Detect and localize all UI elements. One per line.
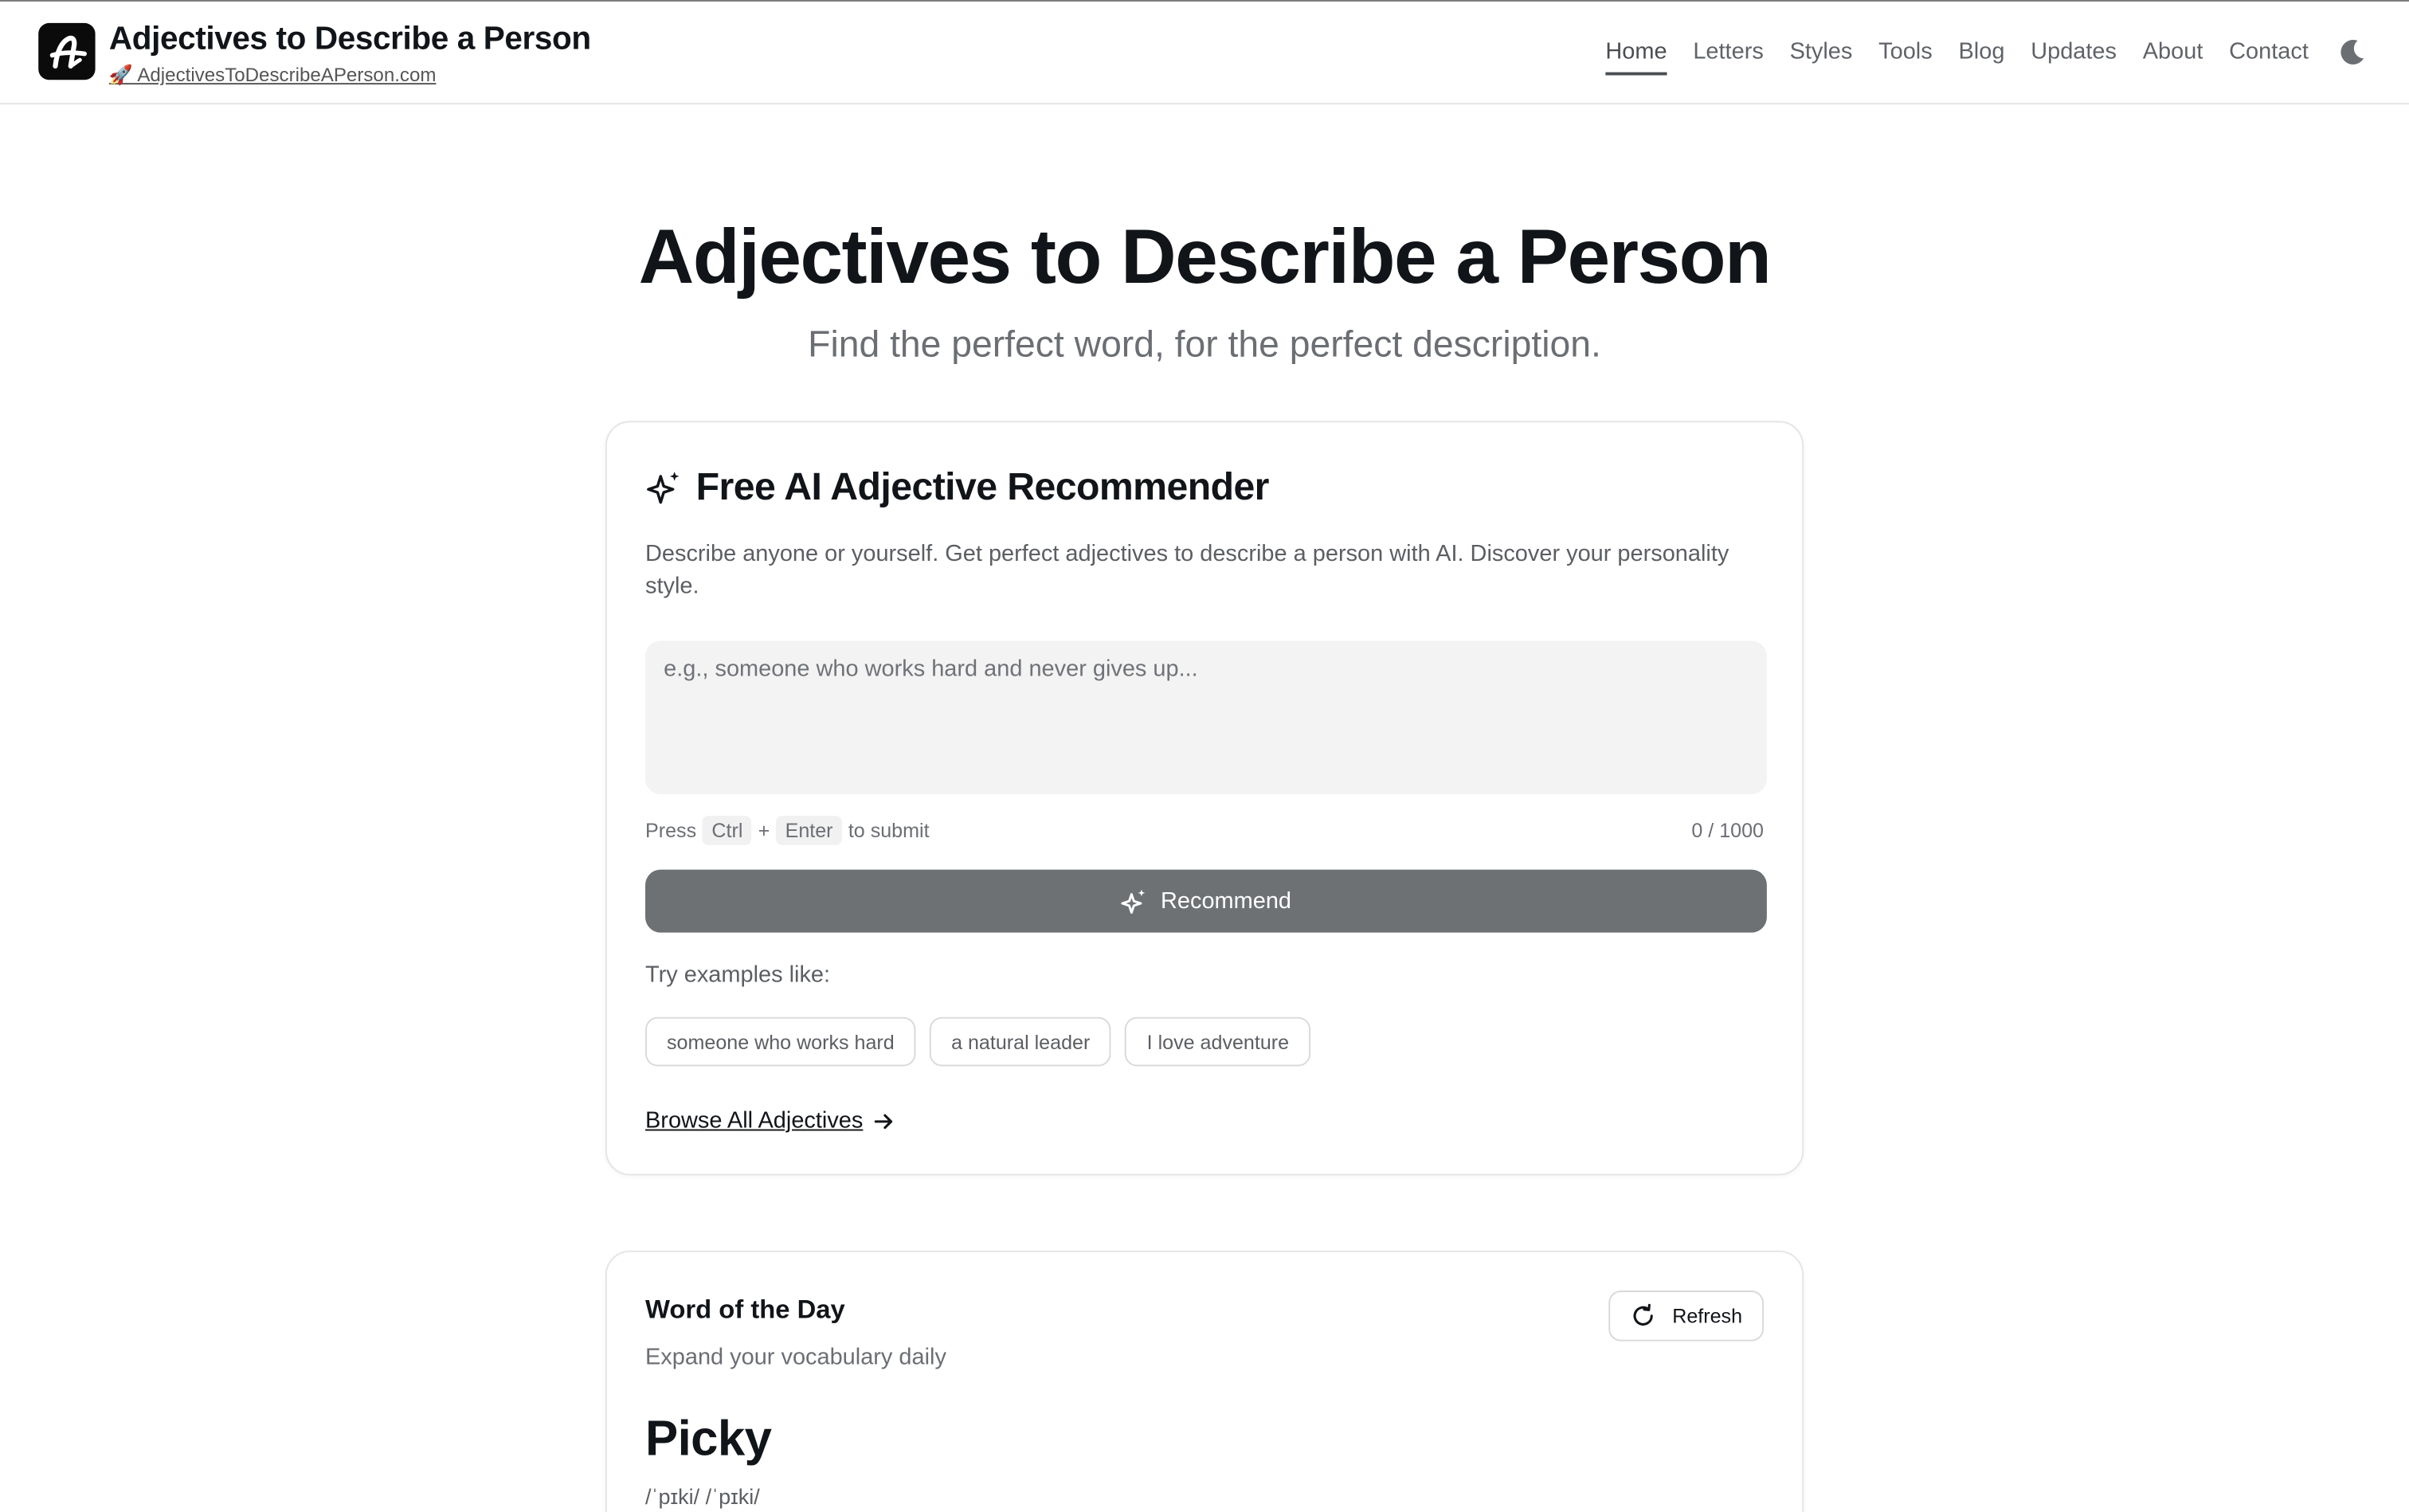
word-of-day-word: Picky [645, 1410, 772, 1466]
ai-card-title: Free AI Adjective Recommender [695, 465, 1270, 509]
refresh-button-label: Refresh [1672, 1304, 1743, 1328]
example-chip-works-hard[interactable]: someone who works hard [645, 1016, 916, 1067]
browse-all-adjectives-link[interactable]: Browse All Adjectives [645, 1108, 894, 1134]
refresh-button[interactable]: Refresh [1609, 1291, 1765, 1342]
nav-home[interactable]: Home [1605, 38, 1667, 76]
example-chips: someone who works hard a natural leader … [645, 1016, 1311, 1067]
enter-key-badge: Enter [776, 816, 843, 845]
ai-recommender-card: Free AI Adjective Recommender Describe a… [605, 421, 1804, 1176]
hint-plus-text: + [758, 818, 770, 842]
examples-label: Try examples like: [645, 962, 831, 989]
nav-about[interactable]: About [2143, 38, 2203, 75]
hint-suffix-text: to submit [848, 818, 930, 842]
word-of-day-subtitle: Expand your vocabulary daily [645, 1344, 946, 1371]
main-nav: Home Letters Styles Tools Blog Updates A… [1605, 38, 2334, 76]
site-url-link[interactable]: 🚀 AdjectivesToDescribeAPerson.com [109, 65, 437, 88]
word-of-the-day-card: Word of the Day Expand your vocabulary d… [605, 1250, 1804, 1512]
nav-letters[interactable]: Letters [1693, 38, 1763, 75]
page: Adjectives to Describe a Person 🚀 Adject… [0, 0, 2409, 1512]
site-header: Adjectives to Describe a Person 🚀 Adject… [0, 0, 2409, 105]
sparkles-icon [647, 471, 680, 503]
site-logo[interactable] [38, 22, 96, 80]
nav-styles[interactable]: Styles [1790, 38, 1853, 75]
nav-contact[interactable]: Contact [2229, 38, 2309, 75]
logo-a-icon [49, 34, 87, 69]
sparkles-icon [1122, 888, 1146, 914]
ai-card-header: Free AI Adjective Recommender [645, 465, 1269, 510]
nav-tools[interactable]: Tools [1878, 38, 1933, 75]
nav-updates[interactable]: Updates [2031, 38, 2117, 75]
ai-card-description: Describe anyone or yourself. Get perfect… [645, 540, 1729, 600]
example-chip-natural-leader[interactable]: a natural leader [930, 1016, 1112, 1067]
browse-link-label: Browse All Adjectives [645, 1107, 864, 1134]
theme-toggle-button[interactable] [2337, 37, 2368, 68]
submit-hint: Press Ctrl + Enter to submit [645, 816, 930, 845]
arrow-right-icon [874, 1113, 892, 1129]
example-chip-love-adventure[interactable]: I love adventure [1125, 1016, 1311, 1067]
ctrl-key-badge: Ctrl [702, 816, 752, 845]
word-of-day-title: Word of the Day [645, 1295, 845, 1325]
page-title: Adjectives to Describe a Person [638, 213, 1772, 300]
hint-press-text: Press [645, 818, 697, 842]
describe-person-input[interactable] [645, 640, 1767, 795]
recommend-button-label: Recommend [1160, 887, 1292, 915]
refresh-icon [1634, 1303, 1654, 1326]
site-title[interactable]: Adjectives to Describe a Person [109, 22, 591, 58]
recommend-button[interactable]: Recommend [645, 869, 1767, 933]
page-subtitle: Find the perfect word, for the perfect d… [808, 323, 1601, 366]
character-counter: 0 / 1000 [1691, 818, 1765, 842]
nav-blog[interactable]: Blog [1959, 38, 2005, 75]
moon-icon [2340, 40, 2364, 65]
word-pronunciation: /ˈpɪki/ /ˈpɪki/ [645, 1484, 760, 1509]
